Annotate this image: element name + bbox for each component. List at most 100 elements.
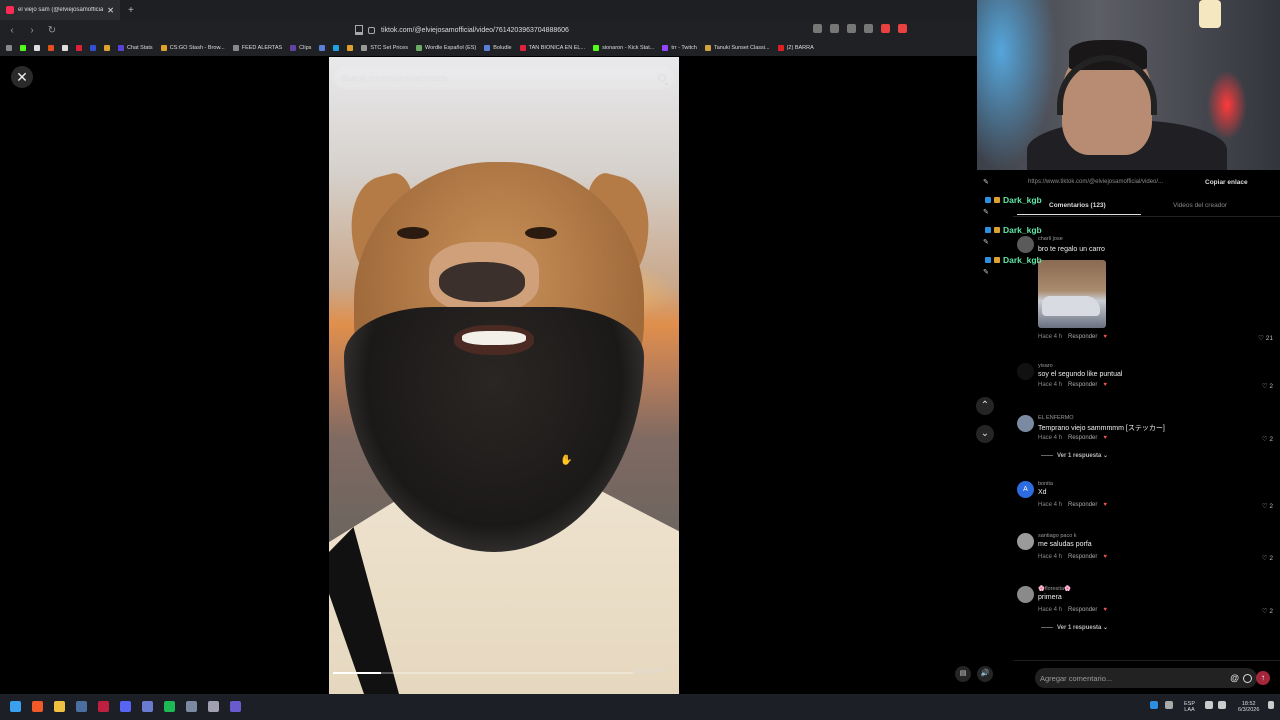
brave-shield-icon[interactable] (881, 24, 890, 33)
next-video-chevron-down-icon[interactable]: ⌄ (976, 425, 994, 443)
network-icon[interactable] (1205, 701, 1213, 709)
comment-avatar[interactable] (1017, 415, 1034, 432)
comment-likes[interactable]: ♡ 21 (1258, 334, 1273, 342)
comment-avatar[interactable] (1017, 586, 1034, 603)
cast-icon[interactable] (847, 24, 856, 33)
share-icon[interactable] (864, 24, 873, 33)
comment-likes[interactable]: ♡ 2 (1262, 382, 1273, 390)
brave-browser-icon[interactable] (32, 701, 43, 712)
back-arrow-icon[interactable]: ‹ (6, 25, 18, 36)
bookmark-icon-3[interactable] (48, 45, 54, 51)
app-icon-4[interactable] (208, 701, 219, 712)
mention-icon[interactable]: @ (1230, 673, 1239, 683)
extension-icon[interactable] (813, 24, 822, 33)
comment-username[interactable]: EL ENFERMO (1038, 415, 1074, 421)
bookmark-icon-8[interactable] (319, 45, 326, 51)
bookmark-icon-9[interactable] (333, 45, 340, 51)
emoji-icon[interactable] (1243, 673, 1252, 683)
comment-avatar[interactable] (1017, 236, 1034, 253)
bookmark-barra[interactable]: (2) BARRA (777, 45, 814, 51)
reply-button[interactable]: Responder (1068, 502, 1097, 508)
tray-icon-2[interactable] (1165, 701, 1173, 709)
bookmark-tan-bionica[interactable]: TAN BIONICA EN EL... (519, 45, 585, 51)
comment-username[interactable]: bonita (1038, 481, 1053, 487)
site-info-icon[interactable] (368, 26, 375, 34)
app-icon-5[interactable] (230, 701, 241, 712)
bookmark-kick-icon[interactable] (20, 45, 26, 51)
chat-badge-icon (994, 257, 1000, 263)
close-tab-icon[interactable]: ✕ (107, 6, 114, 15)
comment-likes[interactable]: ♡ 2 (1262, 502, 1273, 510)
reply-button[interactable]: Responder (1068, 607, 1097, 613)
app-icon-2[interactable] (142, 701, 153, 712)
speaker-icon[interactable] (1218, 701, 1226, 709)
comment-avatar[interactable]: A (1017, 481, 1034, 498)
translate-icon[interactable] (830, 24, 839, 33)
language-indicator[interactable]: ESP LAA (1184, 701, 1195, 713)
reply-button[interactable]: Responder (1068, 334, 1097, 340)
reply-button[interactable]: Responder (1068, 554, 1097, 560)
bookmark-stc-set-prices[interactable]: STC Set Prices (361, 45, 408, 51)
tray-icon[interactable] (1150, 701, 1158, 709)
comment-username[interactable]: 🌸floresita🌸 (1038, 586, 1071, 592)
bookmark-favicon-icon (416, 45, 422, 51)
bookmark-icon-2[interactable] (34, 45, 40, 51)
search-icon[interactable] (658, 74, 666, 82)
add-comment-input[interactable]: Agregar comentario... @ (1035, 668, 1257, 688)
captions-icon[interactable]: ▤ (955, 666, 971, 682)
bookmark-boludle[interactable]: Boludle (484, 45, 512, 51)
bookmark-icon-4[interactable] (62, 45, 68, 51)
discord-icon[interactable] (120, 701, 131, 712)
close-video-button[interactable]: ✕ (11, 66, 33, 88)
comment-username[interactable]: yisaro (1038, 363, 1053, 369)
bookmark-icon-5[interactable] (76, 45, 82, 51)
video-progress-bar[interactable] (333, 672, 633, 674)
comment-likes[interactable]: ♡ 2 (1262, 607, 1273, 615)
reply-button[interactable]: Responder (1068, 382, 1097, 388)
view-replies-button[interactable]: Ver 1 respuesta ⌄ (1041, 452, 1108, 459)
file-explorer-icon[interactable] (54, 701, 65, 712)
bookmark-kick-stats[interactable]: sionaron - Kick Stat... (593, 45, 654, 51)
bookmark-chat-stats[interactable]: Chat Stats (118, 45, 153, 51)
bookmark-icon[interactable] (355, 25, 363, 35)
bookmark-clips[interactable]: Clips (290, 45, 311, 51)
volume-icon[interactable]: 🔊 (977, 666, 993, 682)
copy-link-button[interactable]: Copiar enlace (1205, 179, 1248, 186)
comment-avatar[interactable] (1017, 363, 1034, 380)
tab-comments[interactable]: Comentarios (123) (1049, 202, 1106, 209)
new-tab-button[interactable]: + (128, 5, 134, 16)
spotify-icon[interactable] (164, 701, 175, 712)
bookmark-twitch[interactable]: trr - Twitch (662, 45, 697, 51)
apps-grid-icon[interactable] (6, 45, 12, 51)
comment-username[interactable]: santiago paco k (1038, 533, 1077, 539)
app-icon-3[interactable] (186, 701, 197, 712)
windows-start-icon[interactable] (10, 701, 21, 712)
video-player[interactable]: Buscar contenido relacionado ✋ 00:01/00:… (329, 57, 679, 694)
tab-creator-videos[interactable]: Videos del creador (1173, 202, 1227, 209)
view-replies-button[interactable]: Ver 1 respuesta ⌄ (1041, 624, 1108, 631)
reply-button[interactable]: Responder (1068, 435, 1097, 441)
bookmark-feed-alertas[interactable]: FEED ALERTAS (232, 45, 282, 51)
bookmark-csgo-stash[interactable]: CS:GO Stash - Brow... (160, 45, 225, 51)
app-icon[interactable] (98, 701, 109, 712)
comment-time: Hace 4 h (1038, 554, 1063, 560)
related-search-input[interactable]: Buscar contenido relacionado (334, 67, 674, 89)
reload-icon[interactable]: ↻ (46, 25, 58, 36)
bookmark-icon-6[interactable] (90, 45, 96, 51)
notifications-icon[interactable] (1268, 701, 1274, 709)
previous-video-chevron-up-icon[interactable]: ⌃ (976, 397, 994, 415)
forward-arrow-icon[interactable]: › (26, 25, 38, 36)
browser-tab[interactable]: el viejo sam (@elviejosamofficial) ✕ (0, 0, 120, 20)
brave-rewards-icon[interactable] (898, 24, 907, 33)
steam-icon[interactable] (76, 701, 87, 712)
comment-likes[interactable]: ♡ 2 (1262, 554, 1273, 562)
bookmark-icon-10[interactable] (347, 45, 354, 51)
clock[interactable]: 18:52 6/3/2026 (1238, 701, 1259, 713)
comment-likes[interactable]: ♡ 2 (1262, 435, 1273, 443)
send-comment-button[interactable]: ↑ (1256, 671, 1270, 685)
bookmark-icon-7[interactable] (104, 45, 110, 51)
bookmark-tanuki-sunset[interactable]: Tanuki Sunset Classi... (704, 45, 770, 51)
comment-username[interactable]: charli jose (1038, 236, 1063, 242)
bookmark-wordle[interactable]: Wordle Español (ES) (416, 45, 476, 51)
comment-avatar[interactable] (1017, 533, 1034, 550)
